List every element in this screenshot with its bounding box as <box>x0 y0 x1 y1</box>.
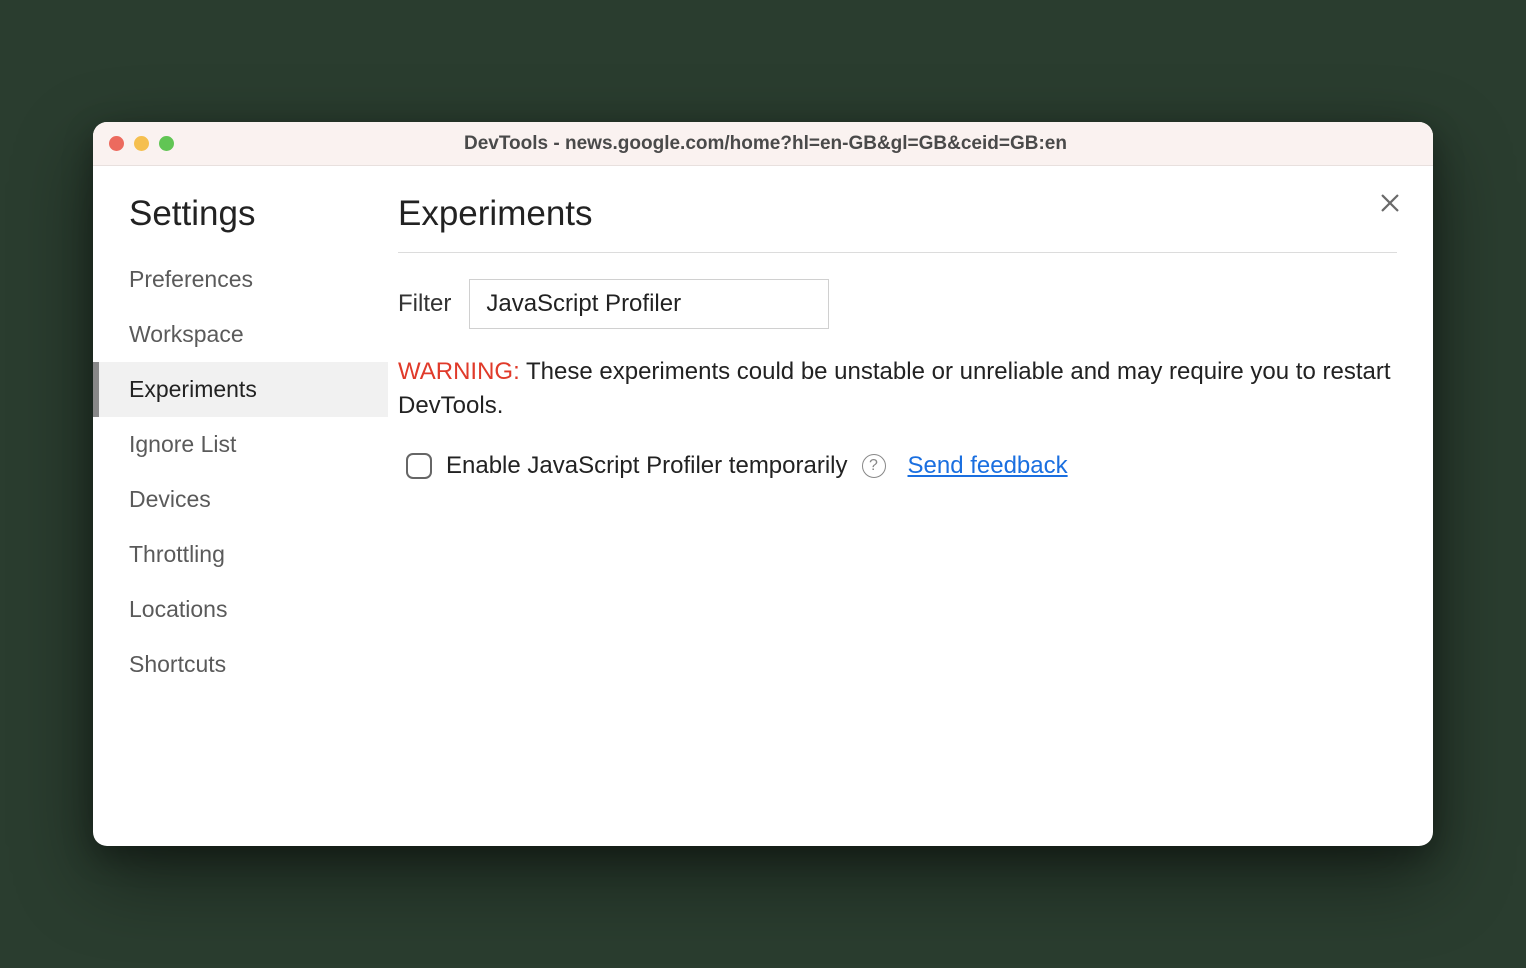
traffic-lights <box>109 136 174 151</box>
experiment-row: Enable JavaScript Profiler temporarily ?… <box>398 452 1397 480</box>
sidebar-item-ignore-list[interactable]: Ignore List <box>93 417 388 472</box>
window-minimize-button[interactable] <box>134 136 149 151</box>
settings-sidebar: Settings Preferences Workspace Experimen… <box>93 166 388 846</box>
filter-input[interactable] <box>469 279 829 329</box>
sidebar-item-preferences[interactable]: Preferences <box>93 252 388 307</box>
sidebar-item-throttling[interactable]: Throttling <box>93 527 388 582</box>
devtools-window: DevTools - news.google.com/home?hl=en-GB… <box>93 122 1433 846</box>
main-panel: Experiments Filter WARNING: These experi… <box>388 166 1433 846</box>
experiment-checkbox[interactable] <box>406 453 432 479</box>
sidebar-item-workspace[interactable]: Workspace <box>93 307 388 362</box>
sidebar-item-shortcuts[interactable]: Shortcuts <box>93 637 388 692</box>
warning-prefix: WARNING: <box>398 358 520 385</box>
help-icon[interactable]: ? <box>862 454 886 478</box>
warning-body: These experiments could be unstable or u… <box>398 358 1391 419</box>
warning-text: WARNING: These experiments could be unst… <box>398 355 1397 422</box>
close-settings-button[interactable] <box>1375 188 1405 218</box>
sidebar-item-devices[interactable]: Devices <box>93 472 388 527</box>
sidebar-item-experiments[interactable]: Experiments <box>93 362 388 417</box>
content: Settings Preferences Workspace Experimen… <box>93 166 1433 846</box>
window-close-button[interactable] <box>109 136 124 151</box>
close-icon <box>1379 192 1401 214</box>
sidebar-title: Settings <box>93 194 388 252</box>
window-title: DevTools - news.google.com/home?hl=en-GB… <box>174 133 1417 155</box>
window-maximize-button[interactable] <box>159 136 174 151</box>
filter-row: Filter <box>398 279 1397 329</box>
send-feedback-link[interactable]: Send feedback <box>908 452 1068 480</box>
panel-title: Experiments <box>398 194 1397 253</box>
experiment-label: Enable JavaScript Profiler temporarily <box>446 452 848 480</box>
filter-label: Filter <box>398 290 451 318</box>
sidebar-item-locations[interactable]: Locations <box>93 582 388 637</box>
titlebar: DevTools - news.google.com/home?hl=en-GB… <box>93 122 1433 166</box>
